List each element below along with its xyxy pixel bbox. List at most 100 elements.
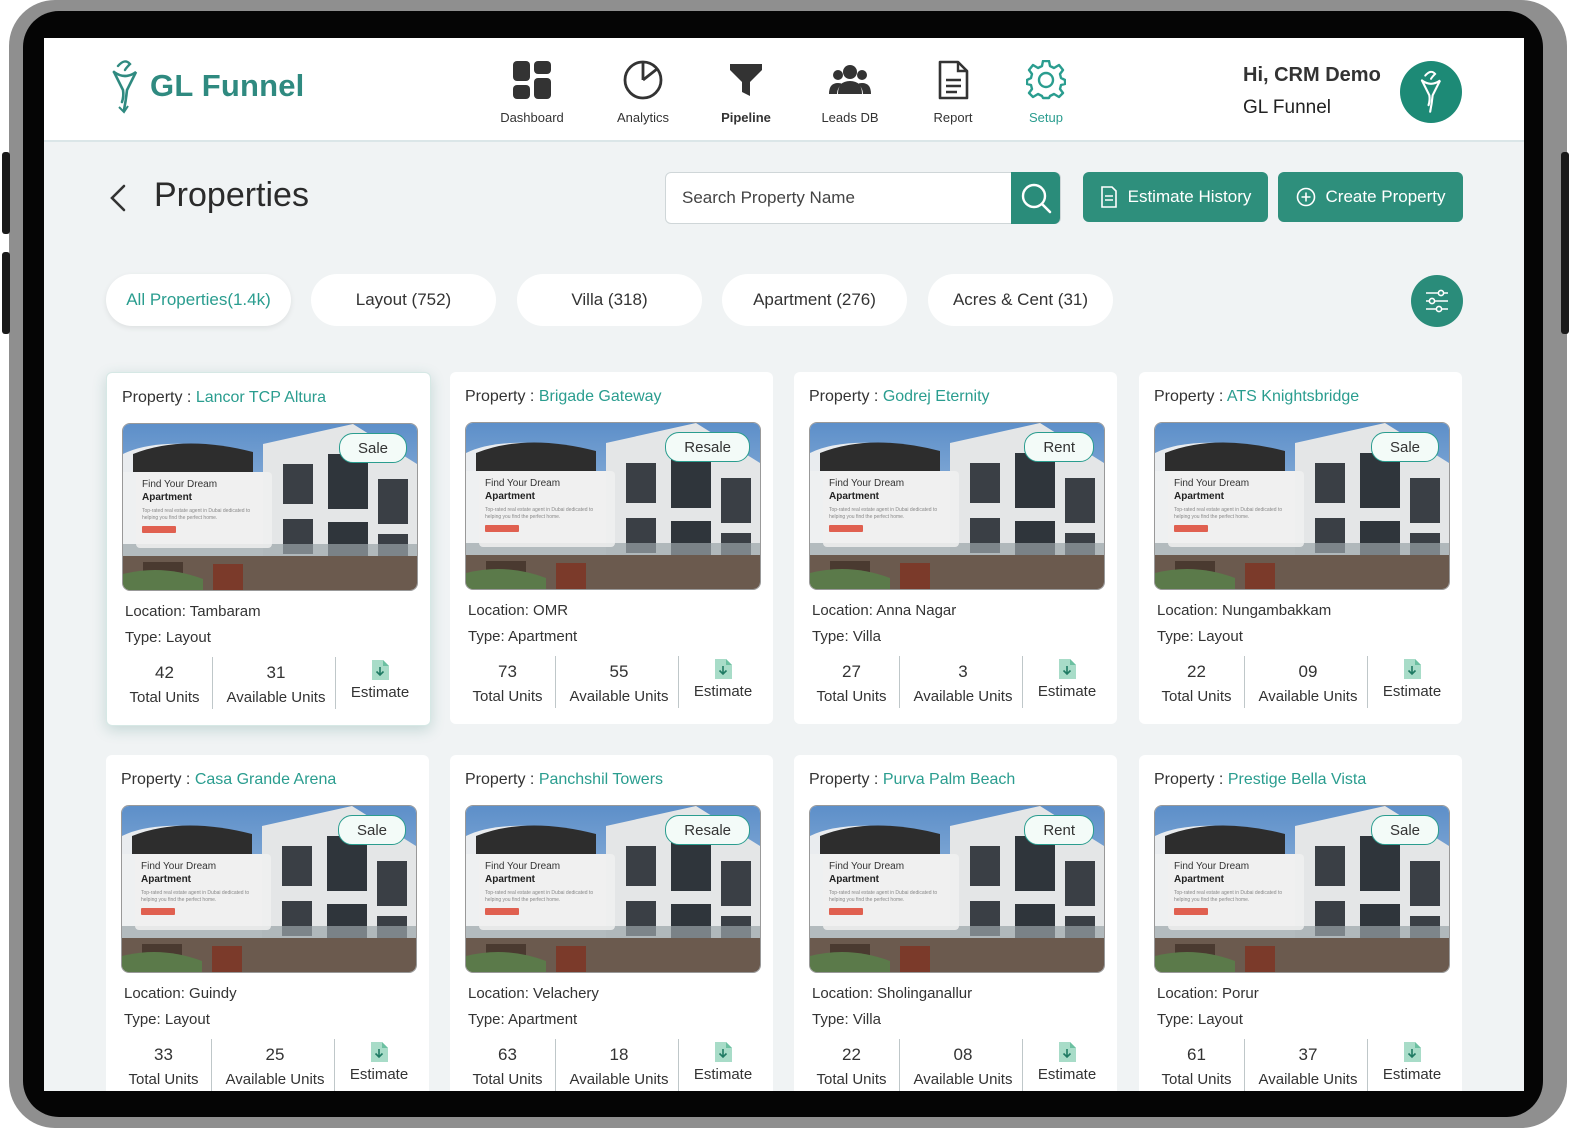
- property-card[interactable]: Property : Brigade Gateway Resale Find Y…: [450, 372, 773, 724]
- total-units-value: 22: [1187, 662, 1206, 681]
- divider: [678, 656, 679, 708]
- available-units-value: 08: [953, 1045, 973, 1064]
- estimate-button[interactable]: Estimate: [682, 656, 764, 700]
- available-units-label: Available Units: [225, 1071, 325, 1088]
- available-units-value: 18: [609, 1045, 629, 1064]
- user-greeting: Hi, CRM Demo GL Funnel: [1243, 64, 1381, 119]
- app-screen: GL Funnel Dashboard Analytics Pipeline L…: [44, 38, 1524, 1091]
- property-type: Type: Apartment: [468, 628, 578, 645]
- nav-report[interactable]: Report: [903, 56, 1003, 125]
- property-card[interactable]: Property : Prestige Bella Vista Sale Fin…: [1139, 755, 1462, 1091]
- promo-line: Apartment: [1174, 491, 1225, 502]
- estimate-history-label: Estimate History: [1127, 187, 1252, 206]
- chevron-left-icon: [110, 184, 126, 212]
- promo-line: Top-rated real estate agent in Dubai ded…: [142, 508, 251, 521]
- total-units-value: 27: [842, 662, 861, 681]
- divider: [211, 1039, 212, 1091]
- device-side-button: [2, 152, 10, 234]
- available-units: 09 Available Units: [1249, 656, 1367, 705]
- available-units-value: 09: [1298, 662, 1318, 681]
- create-property-button[interactable]: Create Property: [1278, 172, 1463, 222]
- filter-layout[interactable]: Layout (752): [311, 274, 496, 326]
- filter-settings-button[interactable]: [1411, 275, 1463, 327]
- promo-line: Find Your Dream: [829, 478, 905, 489]
- unit-stats: 27 Total Units 3 Available Units Estimat…: [794, 656, 1117, 708]
- brand-logo[interactable]: GL Funnel: [108, 58, 305, 114]
- available-units-value: 25: [265, 1045, 285, 1064]
- nav-analytics[interactable]: Analytics: [593, 56, 693, 125]
- property-name[interactable]: Godrej Eternity: [883, 388, 990, 405]
- property-image[interactable]: Sale Find Your Dream Apartment Top-rated…: [1154, 422, 1450, 590]
- search-input[interactable]: [680, 187, 1004, 209]
- property-image[interactable]: Sale Find Your Dream Apartment Top-rated…: [1154, 805, 1450, 973]
- estimate-button[interactable]: Estimate: [1371, 656, 1453, 700]
- unit-stats: 73 Total Units 55 Available Units Estima…: [450, 656, 773, 708]
- total-units: 27 Total Units: [804, 656, 899, 705]
- promo-line: Find Your Dream: [141, 861, 217, 872]
- property-location: Location: Velachery: [468, 985, 599, 1002]
- estimate-button[interactable]: Estimate: [682, 1039, 764, 1083]
- filter-all-properties[interactable]: All Properties(1.4k): [106, 274, 291, 326]
- property-card[interactable]: Property : Casa Grande Arena Sale Find Y…: [106, 755, 429, 1091]
- available-units-label: Available Units: [1258, 1071, 1358, 1088]
- total-units: 22 Total Units: [1149, 656, 1244, 705]
- listing-tag: Sale: [338, 433, 407, 463]
- filter-acres-cent[interactable]: Acres & Cent (31): [928, 274, 1113, 326]
- total-units-value: 73: [498, 662, 517, 681]
- promo-overlay: Find Your Dream Apartment Top-rated real…: [1168, 854, 1304, 930]
- property-name[interactable]: Brigade Gateway: [539, 388, 662, 405]
- divider: [899, 656, 900, 708]
- property-location: Location: Sholinganallur: [812, 985, 973, 1002]
- property-image[interactable]: Rent Find Your Dream Apartment Top-rated…: [809, 805, 1105, 973]
- property-prefix: Property :: [465, 771, 539, 788]
- estimate-label: Estimate: [1037, 683, 1097, 700]
- property-image[interactable]: Rent Find Your Dream Apartment Top-rated…: [809, 422, 1105, 590]
- property-name[interactable]: Prestige Bella Vista: [1228, 771, 1366, 788]
- property-prefix: Property :: [809, 771, 883, 788]
- filter-apartment[interactable]: Apartment (276): [722, 274, 907, 326]
- property-location: Location: Nungambakkam: [1157, 602, 1332, 619]
- estimate-button[interactable]: Estimate: [1026, 1039, 1108, 1083]
- property-name[interactable]: Panchshil Towers: [539, 771, 663, 788]
- divider: [212, 657, 213, 709]
- property-image[interactable]: Resale Find Your Dream Apartment Top-rat…: [465, 805, 761, 973]
- property-prefix: Property :: [465, 388, 539, 405]
- estimate-label: Estimate: [1037, 1066, 1097, 1083]
- estimate-button[interactable]: Estimate: [1026, 656, 1108, 700]
- available-units-value: 3: [958, 662, 968, 681]
- property-card[interactable]: Property : Lancor TCP Altura Sale Find Y…: [106, 372, 431, 726]
- property-name[interactable]: Casa Grande Arena: [195, 771, 336, 788]
- property-name[interactable]: ATS Knightsbridge: [1227, 388, 1359, 405]
- nav-leads-db[interactable]: Leads DB: [800, 56, 900, 125]
- property-image[interactable]: Sale Find Your Dream Apartment Top-rated…: [122, 423, 418, 591]
- property-card[interactable]: Property : Purva Palm Beach Rent Find Yo…: [794, 755, 1117, 1091]
- divider: [899, 1039, 900, 1091]
- nav-pipeline[interactable]: Pipeline: [696, 56, 796, 125]
- estimate-button[interactable]: Estimate: [338, 1039, 420, 1083]
- estimate-button[interactable]: Estimate: [339, 657, 421, 701]
- property-card[interactable]: Property : Panchshil Towers Resale Find …: [450, 755, 773, 1091]
- property-card[interactable]: Property : ATS Knightsbridge Sale Find Y…: [1139, 372, 1462, 724]
- property-name[interactable]: Lancor TCP Altura: [196, 389, 326, 406]
- back-button[interactable]: [108, 182, 128, 219]
- pipeline-icon: [730, 64, 762, 96]
- property-image[interactable]: Sale Find Your Dream Apartment Top-rated…: [121, 805, 417, 973]
- avatar[interactable]: [1400, 61, 1462, 123]
- total-units-label: Total Units: [472, 1071, 543, 1088]
- promo-button: [1174, 525, 1208, 532]
- nav-setup[interactable]: Setup: [996, 56, 1096, 125]
- property-image[interactable]: Resale Find Your Dream Apartment Top-rat…: [465, 422, 761, 590]
- property-card[interactable]: Property : Godrej Eternity Rent Find You…: [794, 372, 1117, 724]
- total-units: 61 Total Units: [1149, 1039, 1244, 1088]
- promo-line: Top-rated real estate agent in Dubai ded…: [141, 890, 250, 903]
- property-type: Type: Apartment: [468, 1011, 578, 1028]
- nav-dashboard[interactable]: Dashboard: [482, 56, 582, 125]
- estimate-button[interactable]: Estimate: [1371, 1039, 1453, 1083]
- filter-villa[interactable]: Villa (318): [517, 274, 702, 326]
- property-type: Type: Layout: [124, 1011, 210, 1028]
- setup-icon: [1026, 60, 1066, 100]
- search-button[interactable]: [1011, 172, 1060, 224]
- property-name[interactable]: Purva Palm Beach: [883, 771, 1016, 788]
- estimate-history-button[interactable]: Estimate History: [1083, 172, 1268, 222]
- available-units: 25 Available Units: [216, 1039, 334, 1088]
